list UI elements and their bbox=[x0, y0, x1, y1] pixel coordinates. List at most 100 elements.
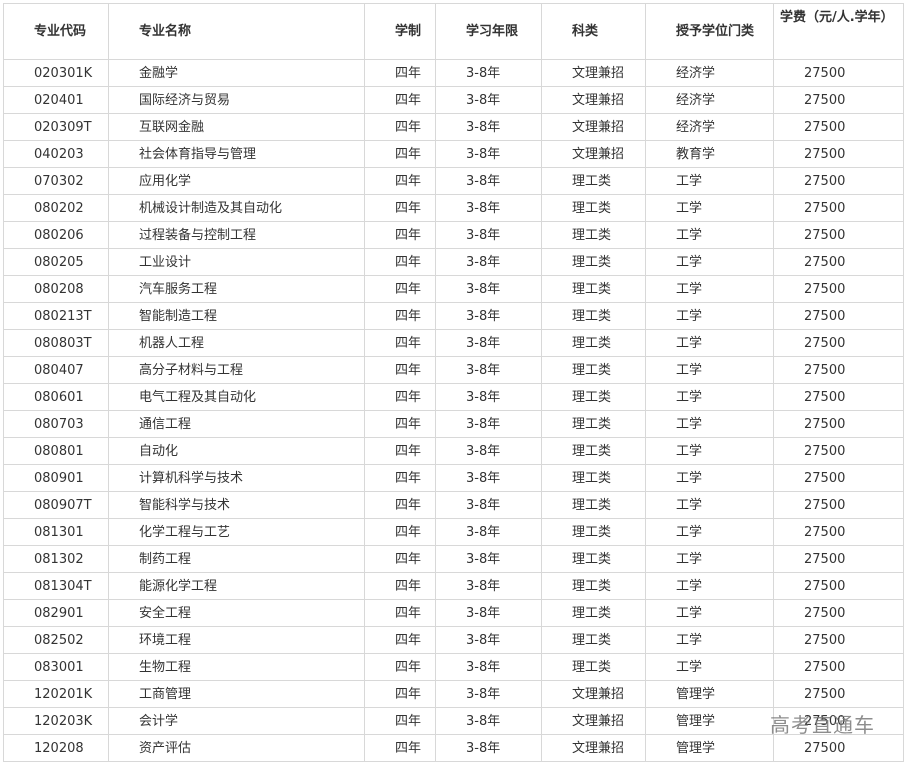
cell-code: 081304T bbox=[3, 572, 109, 600]
cell-degree: 经济学 bbox=[645, 59, 774, 87]
cell-study-years: 3-8年 bbox=[435, 248, 542, 276]
cell-name: 安全工程 bbox=[108, 599, 365, 627]
cell-degree: 工学 bbox=[645, 383, 774, 411]
cell-degree: 工学 bbox=[645, 491, 774, 519]
cell-name: 通信工程 bbox=[108, 410, 365, 438]
cell-study-years: 3-8年 bbox=[435, 329, 542, 357]
cell-tuition: 27500 bbox=[773, 491, 904, 519]
cell-code: 040203 bbox=[3, 140, 109, 168]
table-row: 020301K 金融学 四年 3-8年 文理兼招 经济学 27500 bbox=[3, 59, 904, 87]
cell-code: 020309T bbox=[3, 113, 109, 141]
cell-code: 080202 bbox=[3, 194, 109, 222]
cell-tuition: 27500 bbox=[773, 194, 904, 222]
cell-duration: 四年 bbox=[364, 626, 436, 654]
cell-category: 理工类 bbox=[541, 653, 646, 681]
cell-code: 080213T bbox=[3, 302, 109, 330]
cell-category: 理工类 bbox=[541, 410, 646, 438]
cell-duration: 四年 bbox=[364, 653, 436, 681]
cell-category: 文理兼招 bbox=[541, 140, 646, 168]
cell-degree: 工学 bbox=[645, 626, 774, 654]
cell-category: 文理兼招 bbox=[541, 86, 646, 114]
cell-duration: 四年 bbox=[364, 680, 436, 708]
cell-category: 理工类 bbox=[541, 275, 646, 303]
cell-study-years: 3-8年 bbox=[435, 599, 542, 627]
cell-duration: 四年 bbox=[364, 410, 436, 438]
cell-degree: 工学 bbox=[645, 329, 774, 357]
cell-degree: 工学 bbox=[645, 221, 774, 249]
cell-degree: 工学 bbox=[645, 464, 774, 492]
cell-name: 应用化学 bbox=[108, 167, 365, 195]
table-row: 020401 国际经济与贸易 四年 3-8年 文理兼招 经济学 27500 bbox=[3, 86, 904, 114]
cell-code: 080703 bbox=[3, 410, 109, 438]
cell-code: 080907T bbox=[3, 491, 109, 519]
table-row: 120201K 工商管理 四年 3-8年 文理兼招 管理学 27500 bbox=[3, 680, 904, 708]
cell-category: 理工类 bbox=[541, 572, 646, 600]
page: 专业代码 专业名称 学制 学习年限 科类 授予学位门类 学费（元/人.学年） 020301K… bbox=[0, 0, 908, 764]
cell-category: 理工类 bbox=[541, 194, 646, 222]
cell-name: 智能制造工程 bbox=[108, 302, 365, 330]
cell-name: 社会体育指导与管理 bbox=[108, 140, 365, 168]
cell-code: 080208 bbox=[3, 275, 109, 303]
cell-code: 120208 bbox=[3, 734, 109, 762]
cell-study-years: 3-8年 bbox=[435, 518, 542, 546]
cell-code: 020401 bbox=[3, 86, 109, 114]
cell-degree: 管理学 bbox=[645, 707, 774, 735]
cell-category: 理工类 bbox=[541, 302, 646, 330]
cell-duration: 四年 bbox=[364, 275, 436, 303]
header-study-years: 学习年限 bbox=[435, 3, 542, 60]
cell-duration: 四年 bbox=[364, 356, 436, 384]
cell-name: 化学工程与工艺 bbox=[108, 518, 365, 546]
cell-category: 理工类 bbox=[541, 248, 646, 276]
cell-category: 理工类 bbox=[541, 221, 646, 249]
cell-tuition: 27500 bbox=[773, 140, 904, 168]
cell-study-years: 3-8年 bbox=[435, 167, 542, 195]
header-tuition: 学费（元/人.学年） bbox=[773, 3, 904, 60]
cell-category: 理工类 bbox=[541, 383, 646, 411]
table-row: 080206 过程装备与控制工程 四年 3-8年 理工类 工学 27500 bbox=[3, 221, 904, 249]
cell-degree: 工学 bbox=[645, 599, 774, 627]
cell-code: 080803T bbox=[3, 329, 109, 357]
cell-category: 文理兼招 bbox=[541, 113, 646, 141]
cell-name: 资产评估 bbox=[108, 734, 365, 762]
cell-category: 文理兼招 bbox=[541, 680, 646, 708]
table-row: 080907T 智能科学与技术 四年 3-8年 理工类 工学 27500 bbox=[3, 491, 904, 519]
cell-study-years: 3-8年 bbox=[435, 491, 542, 519]
header-degree: 授予学位门类 bbox=[645, 3, 774, 60]
table-row: 081301 化学工程与工艺 四年 3-8年 理工类 工学 27500 bbox=[3, 518, 904, 546]
table-row: 080213T 智能制造工程 四年 3-8年 理工类 工学 27500 bbox=[3, 302, 904, 330]
cell-category: 理工类 bbox=[541, 518, 646, 546]
cell-study-years: 3-8年 bbox=[435, 356, 542, 384]
table-row: 083001 生物工程 四年 3-8年 理工类 工学 27500 bbox=[3, 653, 904, 681]
cell-tuition: 27500 bbox=[773, 572, 904, 600]
cell-tuition: 27500 bbox=[773, 437, 904, 465]
cell-duration: 四年 bbox=[364, 59, 436, 87]
cell-category: 理工类 bbox=[541, 464, 646, 492]
table-row: 080407 高分子材料与工程 四年 3-8年 理工类 工学 27500 bbox=[3, 356, 904, 384]
table-row: 120203K 会计学 四年 3-8年 文理兼招 管理学 27500 bbox=[3, 707, 904, 735]
cell-study-years: 3-8年 bbox=[435, 437, 542, 465]
table-row: 081304T 能源化学工程 四年 3-8年 理工类 工学 27500 bbox=[3, 572, 904, 600]
cell-tuition: 27500 bbox=[773, 356, 904, 384]
cell-code: 080407 bbox=[3, 356, 109, 384]
cell-degree: 工学 bbox=[645, 653, 774, 681]
cell-degree: 经济学 bbox=[645, 86, 774, 114]
table-row: 080801 自动化 四年 3-8年 理工类 工学 27500 bbox=[3, 437, 904, 465]
cell-name: 自动化 bbox=[108, 437, 365, 465]
cell-duration: 四年 bbox=[364, 572, 436, 600]
cell-degree: 教育学 bbox=[645, 140, 774, 168]
cell-code: 120201K bbox=[3, 680, 109, 708]
cell-name: 工业设计 bbox=[108, 248, 365, 276]
cell-duration: 四年 bbox=[364, 518, 436, 546]
cell-name: 国际经济与贸易 bbox=[108, 86, 365, 114]
cell-code: 120203K bbox=[3, 707, 109, 735]
majors-table: 专业代码 专业名称 学制 学习年限 科类 授予学位门类 学费（元/人.学年） 020301K… bbox=[3, 3, 904, 762]
cell-degree: 工学 bbox=[645, 437, 774, 465]
cell-study-years: 3-8年 bbox=[435, 383, 542, 411]
cell-degree: 工学 bbox=[645, 167, 774, 195]
cell-tuition: 27500 bbox=[773, 383, 904, 411]
cell-duration: 四年 bbox=[364, 734, 436, 762]
table-row: 020309T 互联网金融 四年 3-8年 文理兼招 经济学 27500 bbox=[3, 113, 904, 141]
table-row: 081302 制药工程 四年 3-8年 理工类 工学 27500 bbox=[3, 545, 904, 573]
cell-name: 机器人工程 bbox=[108, 329, 365, 357]
header-code: 专业代码 bbox=[3, 3, 109, 60]
